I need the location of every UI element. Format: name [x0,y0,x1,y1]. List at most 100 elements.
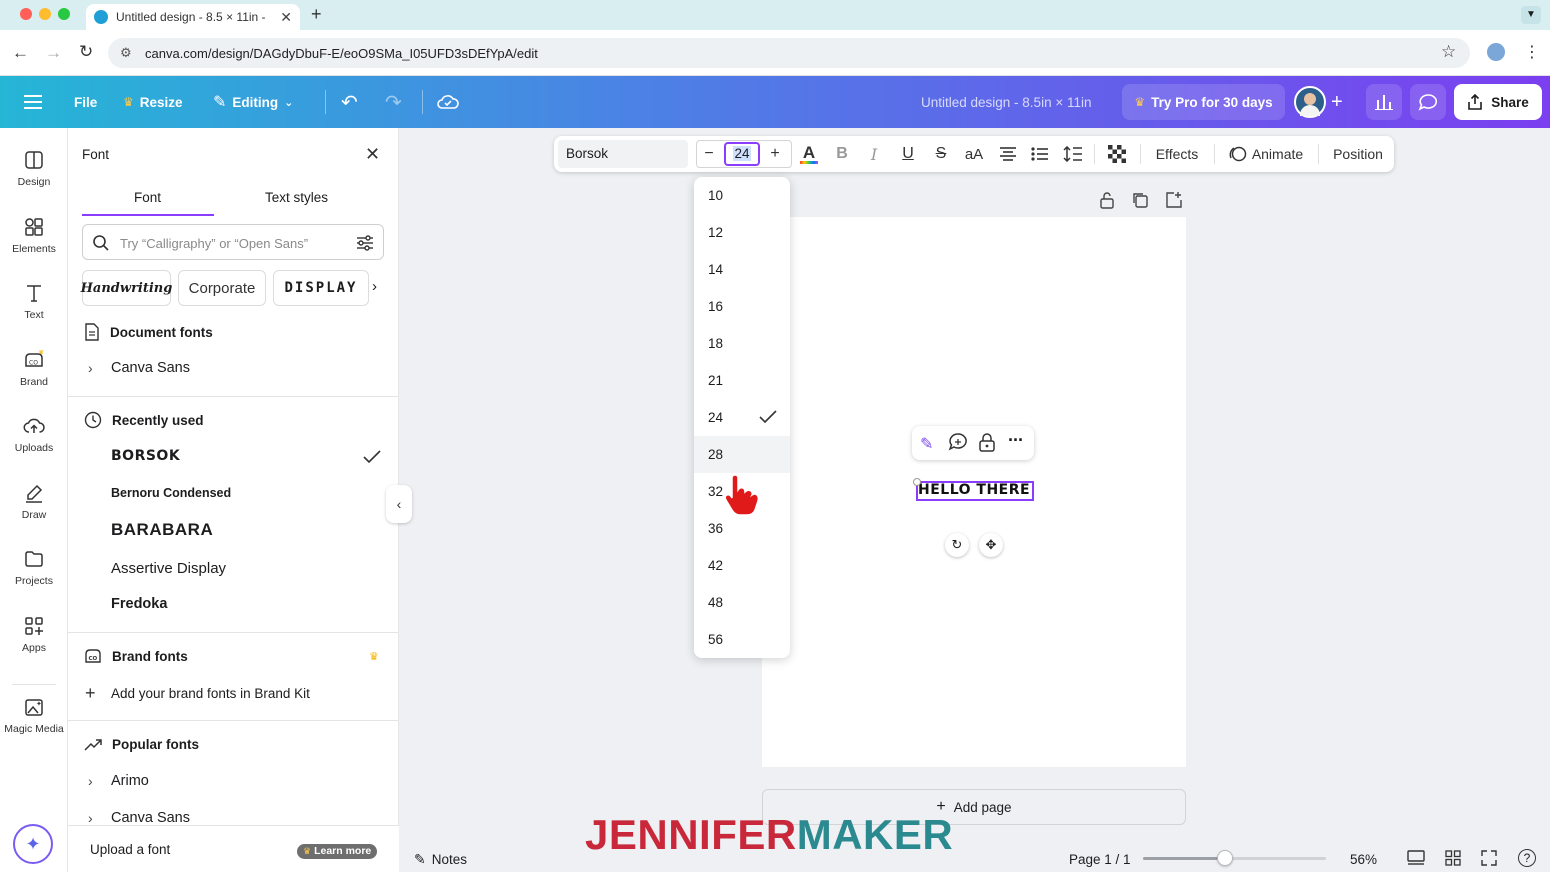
rail-item-text[interactable]: Text [0,283,68,321]
strikethrough-button[interactable]: S [929,136,953,172]
font-size-input[interactable]: 24 [724,142,760,166]
font-item[interactable]: Assertive Display [111,560,226,577]
increase-size-button[interactable]: + [764,136,786,172]
zoom-slider[interactable] [1143,850,1326,866]
file-menu-button[interactable]: File [74,76,97,128]
resize-handle[interactable] [913,478,921,486]
chevron-right-icon[interactable]: › [88,773,93,789]
tab-search-icon[interactable]: ▼ [1521,6,1541,24]
help-icon[interactable]: ? [1518,849,1536,867]
close-window-button[interactable] [20,8,32,20]
bold-button[interactable]: B [830,136,854,172]
chip-display[interactable]: DISPLAY [273,270,369,306]
rotate-handle-icon[interactable]: ↻ [945,533,969,557]
size-option[interactable]: 56 [694,621,790,658]
font-item[interactable]: Arimo [111,773,149,789]
chip-handwriting[interactable]: Handwriting [81,270,172,306]
chip-corporate[interactable]: Corporate [178,270,266,306]
font-family-select[interactable]: Borsok [558,140,688,168]
magic-assistant-button[interactable]: ✦ [13,824,53,864]
size-option[interactable]: 14 [694,251,790,288]
profile-avatar[interactable] [1487,43,1505,61]
font-item[interactable]: BARABARA [111,520,213,540]
editing-mode-button[interactable]: ✎ Editing ⌄ [213,76,293,128]
learn-more-badge[interactable]: ♛ Learn more [297,844,378,859]
tab-text-styles[interactable]: Text styles [265,190,328,205]
spacing-button[interactable] [1061,136,1085,172]
try-pro-button[interactable]: ♛ Try Pro for 30 days [1122,84,1285,120]
align-button[interactable] [996,136,1020,172]
add-page-icon[interactable] [1165,191,1183,209]
letter-case-button[interactable]: aA [960,136,988,172]
pages-view-icon[interactable] [1407,850,1425,866]
site-settings-icon[interactable]: ⚙ [120,45,132,61]
share-button[interactable]: Share [1454,84,1542,120]
redo-button[interactable]: ↷ [385,76,402,128]
close-panel-icon[interactable]: ✕ [365,144,380,165]
font-item[interactable]: Canva Sans [111,360,190,376]
chevron-right-icon[interactable]: › [88,810,93,826]
decrease-size-button[interactable]: − [698,136,720,172]
comment-icon[interactable] [948,432,968,452]
size-option[interactable]: 16 [694,288,790,325]
rail-item-design[interactable]: Design [0,150,68,188]
back-icon[interactable]: ← [12,43,29,63]
bookmark-star-icon[interactable]: ☆ [1441,42,1456,62]
filter-icon[interactable] [356,234,374,252]
invite-button[interactable]: + [1331,76,1343,128]
size-option[interactable]: 48 [694,584,790,621]
size-option[interactable]: 42 [694,547,790,584]
more-options-icon[interactable]: ··· [1008,430,1024,451]
rail-item-magic-media[interactable]: ✦ Magic Media [0,697,68,735]
zoom-level[interactable]: 56% [1350,852,1377,867]
size-option[interactable]: 21 [694,362,790,399]
rail-item-brand[interactable]: CO ♛ Brand [0,350,68,388]
font-item-borsok[interactable]: BORSOK [111,448,180,464]
rail-item-draw[interactable]: Draw [0,483,68,521]
new-tab-button[interactable]: + [311,4,322,25]
forward-icon[interactable]: → [45,43,62,63]
chevron-right-icon[interactable]: › [372,278,377,295]
page-indicator[interactable]: Page 1 / 1 [1069,852,1131,867]
font-item[interactable]: Bernoru Condensed [111,486,231,500]
font-item[interactable]: Fredoka [111,596,167,612]
lock-page-icon[interactable] [1098,191,1116,209]
position-button[interactable]: Position [1328,136,1388,172]
zoom-slider-thumb[interactable] [1217,850,1234,866]
size-option[interactable]: 12 [694,214,790,251]
rail-item-elements[interactable]: Elements [0,217,68,255]
notes-button[interactable]: ✎ Notes [414,851,467,868]
design-title[interactable]: Untitled design - 8.5in × 11in [921,76,1091,128]
underline-button[interactable]: U [896,136,920,172]
design-page[interactable]: ✎ ··· HELLO THERE! ↻ ✥ [762,217,1186,767]
size-option-hovered[interactable]: 28 [694,436,790,473]
animate-button[interactable]: Animate [1226,136,1306,172]
text-element[interactable]: HELLO THERE! [913,478,1034,501]
save-status-button[interactable] [437,76,459,128]
reload-icon[interactable]: ↻ [79,42,93,62]
text-color-button[interactable]: A [796,136,822,172]
close-tab-icon[interactable]: ✕ [280,9,292,26]
lock-icon[interactable] [978,433,996,453]
add-brand-fonts-link[interactable]: Add your brand fonts in Brand Kit [111,686,310,701]
collapse-panel-button[interactable]: ‹ [386,485,412,523]
url-field[interactable]: ⚙ canva.com/design/DAGdyDbuF-E/eoO9SMa_I… [108,38,1470,68]
user-avatar[interactable] [1294,86,1326,118]
duplicate-page-icon[interactable] [1131,191,1149,209]
rail-item-apps[interactable]: Apps [0,616,68,654]
grid-view-icon[interactable] [1445,850,1461,866]
insights-button[interactable] [1366,84,1402,120]
effects-button[interactable]: Effects [1152,136,1202,172]
upload-font-link[interactable]: Upload a font [90,842,170,857]
fullscreen-icon[interactable] [1481,850,1497,866]
tab-font[interactable]: Font [134,190,161,205]
resize-button[interactable]: ♛ Resize [123,76,183,128]
rail-item-projects[interactable]: Projects [0,549,68,587]
size-option[interactable]: 18 [694,325,790,362]
chevron-right-icon[interactable]: › [88,360,93,376]
italic-button[interactable]: I [862,136,886,172]
rail-item-uploads[interactable]: Uploads [0,416,68,454]
minimize-window-button[interactable] [39,8,51,20]
transparency-button[interactable] [1104,136,1130,172]
font-search-field[interactable]: Try “Calligraphy” or “Open Sans” [82,224,384,260]
